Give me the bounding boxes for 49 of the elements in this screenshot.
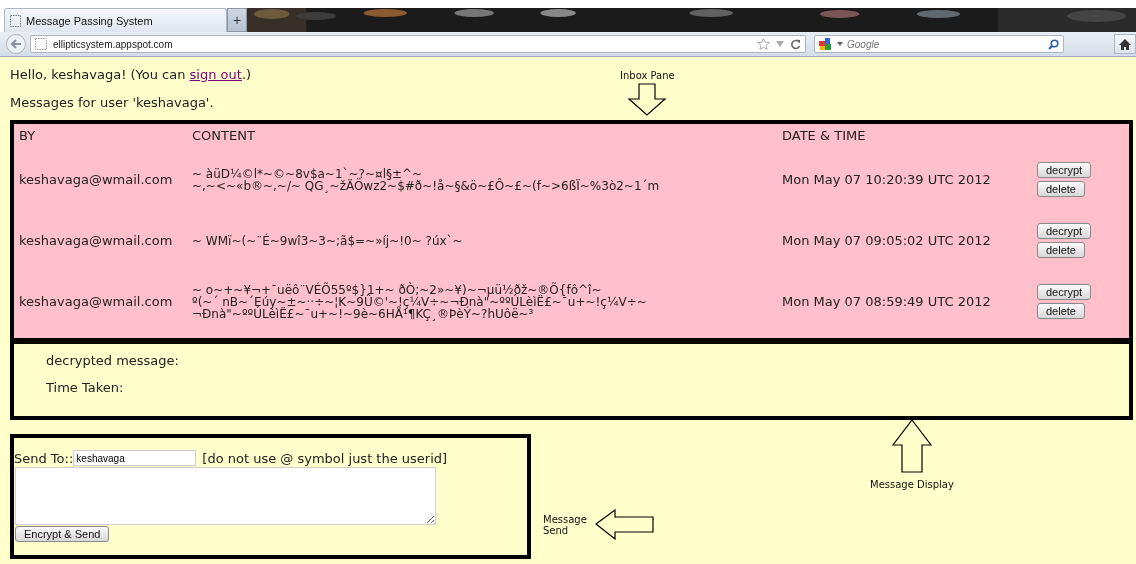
page-icon — [35, 38, 47, 50]
hint-text: [do not use @ symbol just the userid] — [202, 450, 448, 466]
search-field[interactable]: Google — [847, 38, 1044, 50]
delete-button[interactable]: delete — [1037, 181, 1085, 197]
delete-button[interactable]: delete — [1037, 303, 1085, 319]
new-tab-button[interactable]: + — [227, 8, 247, 32]
search-box[interactable]: Google — [814, 35, 1064, 53]
annotation-label: Message Send — [543, 513, 587, 536]
column-header: CONTENT — [192, 128, 256, 143]
sign-out-link[interactable]: sign out — [189, 67, 242, 82]
browser-tab[interactable]: Message Passing System — [4, 8, 227, 32]
down-arrow — [627, 83, 668, 116]
date-cell-text: Mon May 07 08:59:49 UTC 2012 — [782, 294, 992, 309]
column-header: DATE & TIME — [782, 128, 867, 143]
back-arrow-icon — [10, 39, 22, 49]
search-icon[interactable] — [1048, 38, 1059, 50]
decrypt-button[interactable]: decrypt — [1037, 223, 1092, 239]
decrypt-button[interactable]: decrypt — [1037, 162, 1092, 178]
date-cell-text: Mon May 07 10:20:39 UTC 2012 — [782, 172, 992, 187]
column-header: BY — [19, 128, 37, 143]
dropdown-icon[interactable] — [837, 42, 843, 46]
messages-heading: Messages for user 'keshavaga'. — [10, 94, 214, 112]
field-label: decrypted message: — [46, 353, 180, 368]
annotation-label: Message Display — [870, 479, 954, 490]
content-cell-text: ~ àüD¼©l*~©~8v$a~1`~?~¤l§±^~ ~,~<~«b®~,~/~ QG¸~žÄÖwz2~$#ð~!å~§&ö~£Ô~£~(f~>6ßÏ~%3ò2~1´m — [192, 167, 661, 192]
sender-cell-text: keshavaga@wmail.com — [19, 233, 174, 248]
recipient-field[interactable]: keshavaga — [73, 450, 197, 466]
field-label: Time Taken: — [46, 380, 125, 395]
content-cell-text: ~ WMï~(~¨É~9wî3~3~;ã$=~»íj~!0~ ?úx`~ — [192, 234, 464, 247]
decrypt-button[interactable]: decrypt — [1037, 284, 1092, 300]
delete-button[interactable]: delete — [1037, 242, 1085, 258]
message-field[interactable] — [15, 467, 436, 525]
content-cell-text: ~ o~+~¥¬+¯uëô¨VÉÕ55º$}1+~ ðÒ;~2»~¥)~¬µü½ðž~®Õ{fô^î~ º(~´ nB~´Eúy~±~··÷~¦K~9Û©'~!ç¼V÷~¬Ðnà"~ººÚLèìË£~¯u+~!ç¼V÷~ ¬Ðnà"~ººÚLèìË£~¯u+~!~9è~6HÅ¹¶KÇ¸®ÞèÝ~?hUôë~³ — [192, 283, 648, 320]
star-icon[interactable] — [757, 38, 770, 50]
left-arrow — [594, 509, 654, 540]
page-icon — [10, 14, 21, 27]
greeting-text: Hello, keshavaga! (You can sign out.) — [10, 66, 252, 84]
home-icon — [1119, 38, 1131, 50]
date-cell-text: Mon May 07 09:05:02 UTC 2012 — [782, 233, 992, 248]
google-logo-icon — [819, 37, 833, 51]
field-label: Send To:: — [14, 450, 74, 466]
reload-icon[interactable] — [790, 38, 801, 50]
back-button[interactable] — [6, 34, 26, 54]
address-bar[interactable]: ellipticsystem.appspot.com — [30, 35, 806, 53]
sender-cell-text: keshavaga@wmail.com — [19, 294, 174, 309]
home-button[interactable] — [1114, 34, 1136, 54]
encrypt-send-button[interactable]: Encrypt & Send — [15, 526, 110, 542]
annotation-label: Inbox Pane — [620, 70, 675, 81]
sender-cell-text: keshavaga@wmail.com — [19, 172, 174, 187]
